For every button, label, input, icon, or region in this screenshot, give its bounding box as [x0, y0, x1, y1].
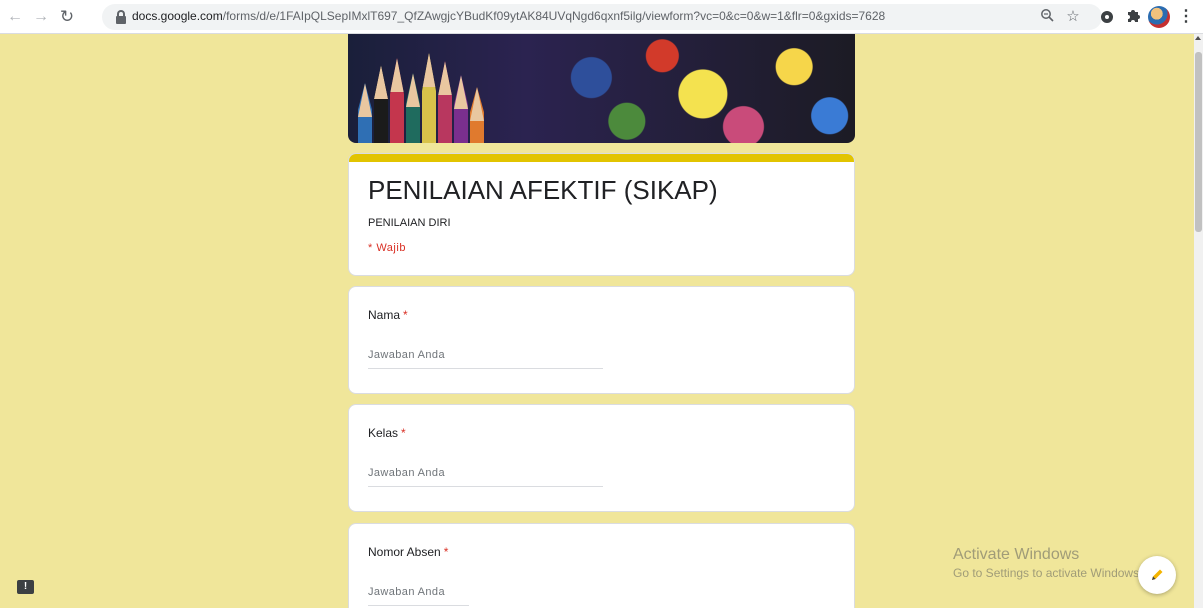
report-feedback-icon[interactable]: ! [17, 580, 34, 594]
pencil-image [358, 83, 372, 143]
form-title: PENILAIAN AFEKTIF (SIKAP) [368, 175, 718, 205]
form-description: PENILAIAN DIRI [368, 217, 451, 229]
required-star: * [401, 426, 406, 440]
question-label: Nama * [368, 308, 408, 322]
zoom-icon[interactable] [1038, 8, 1056, 26]
url-path: /forms/d/e/1FAIpQLSepIMxlT697_QfZAwgjcYB… [222, 9, 886, 23]
pencil-image [438, 61, 452, 143]
extensions-puzzle-icon[interactable] [1124, 8, 1142, 26]
pencil-image [422, 53, 436, 143]
back-arrow-icon[interactable]: ← [4, 6, 26, 28]
lock-icon[interactable] [114, 9, 128, 25]
pencil-image [454, 75, 468, 143]
question-label: Nomor Absen * [368, 545, 448, 559]
answer-input-nomor-absen[interactable]: Jawaban Anda [368, 586, 469, 606]
question-label-text: Kelas [368, 426, 399, 440]
url-text[interactable]: docs.google.com/forms/d/e/1FAIpQLSepIMxl… [132, 9, 885, 23]
pencil-image [390, 58, 404, 143]
question-label-text: Nomor Absen [368, 545, 441, 559]
form-title-card: PENILAIAN AFEKTIF (SIKAP) PENILAIAN DIRI… [348, 153, 855, 276]
page-scrollbar[interactable] [1194, 34, 1203, 608]
required-note: * Wajib [368, 242, 406, 254]
question-label-text: Nama [368, 308, 401, 322]
scroll-up-arrow-icon[interactable] [1195, 36, 1201, 40]
pencil-image [406, 73, 420, 143]
answer-input-kelas[interactable]: Jawaban Anda [368, 467, 603, 487]
url-host: docs.google.com [132, 9, 223, 23]
scroll-thumb[interactable] [1195, 52, 1202, 232]
title-accent-bar [349, 154, 854, 162]
activate-windows-subtitle: Go to Settings to activate Windows. [953, 566, 1143, 580]
form-header-image [348, 34, 855, 143]
forward-arrow-icon[interactable]: → [30, 6, 52, 28]
pencil-image [470, 87, 484, 143]
browser-menu-icon[interactable]: ⋮ [1178, 8, 1194, 26]
extension-circle-icon[interactable] [1098, 8, 1116, 26]
edit-pencil-icon[interactable] [1138, 556, 1176, 594]
address-bar[interactable]: docs.google.com/forms/d/e/1FAIpQLSepIMxl… [102, 4, 1102, 30]
required-star: * [403, 308, 408, 322]
profile-avatar[interactable] [1148, 6, 1170, 28]
browser-toolbar: ← → ↻ docs.google.com/forms/d/e/1FAIpQLS… [0, 0, 1203, 34]
activate-windows-watermark: Activate Windows Go to Settings to activ… [953, 546, 1142, 580]
reload-icon[interactable]: ↻ [56, 6, 78, 28]
question-card-kelas: Kelas * Jawaban Anda [348, 404, 855, 512]
bookmark-star-icon[interactable]: ☆ [1064, 8, 1082, 26]
activate-windows-title: Activate Windows [953, 546, 1080, 563]
pencil-image [374, 65, 388, 143]
question-label: Kelas * [368, 426, 406, 440]
answer-input-nama[interactable]: Jawaban Anda [368, 349, 603, 369]
question-card-nama: Nama * Jawaban Anda [348, 286, 855, 394]
required-star: * [443, 545, 449, 559]
question-card-nomor-absen: Nomor Absen * Jawaban Anda [348, 523, 855, 608]
